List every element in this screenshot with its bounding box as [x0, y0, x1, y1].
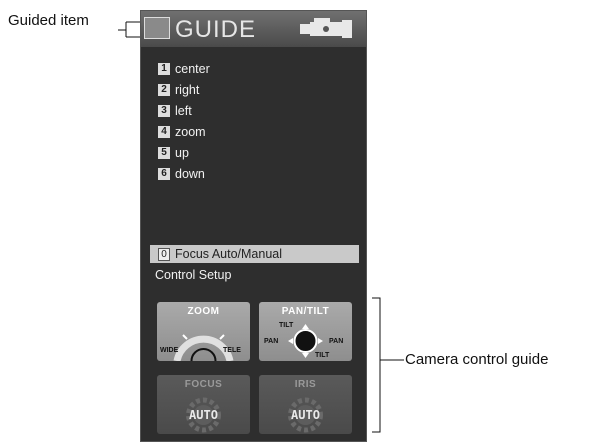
camera-control-guide-callout: Camera control guide — [405, 351, 549, 368]
guided-item-callout: Guided item — [8, 12, 89, 29]
focus-auto-manual-item[interactable]: 0 Focus Auto/Manual — [150, 245, 359, 263]
menu-number: 6 — [158, 167, 170, 180]
menu-label: Focus Auto/Manual — [175, 247, 283, 261]
iris-mode: AUTO — [291, 408, 320, 422]
focus-gear-icon — [186, 397, 221, 433]
menu-item-right[interactable]: 2 right — [158, 79, 210, 100]
menu-label: down — [175, 166, 205, 181]
menu-label: right — [175, 82, 200, 97]
iris-control[interactable]: IRIS AUTO — [259, 375, 352, 434]
menu-label: zoom — [175, 124, 206, 139]
menu-number: 5 — [158, 146, 170, 159]
zoom-control[interactable]: ZOOM WIDE TELE — [157, 302, 250, 361]
menu-number: 1 — [158, 62, 170, 75]
guide-menu: 1 center 2 right 3 left 4 zoom 5 up 6 do… — [158, 58, 210, 184]
menu-label: up — [175, 145, 189, 160]
menu-item-zoom[interactable]: 4 zoom — [158, 121, 210, 142]
focus-control[interactable]: FOCUS AUTO — [157, 375, 250, 434]
zoom-wide-label: WIDE — [160, 347, 179, 354]
guide-header: GUIDE — [141, 11, 366, 47]
menu-item-up[interactable]: 5 up — [158, 142, 210, 163]
guided-item-indicator[interactable] — [144, 17, 170, 39]
guide-panel: GUIDE 1 center 2 right 3 left 4 zoom 5 u… — [140, 10, 367, 442]
joystick-icon — [288, 324, 323, 358]
camera-icon — [300, 18, 352, 38]
zoom-dial-icon — [173, 334, 234, 361]
iris-gear-icon — [288, 397, 323, 433]
guide-title: GUIDE — [175, 16, 257, 43]
zoom-title: ZOOM — [187, 306, 220, 317]
menu-number: 2 — [158, 83, 170, 96]
pan-tilt-control[interactable]: PAN/TILT TILT PAN PAN TILT — [259, 302, 352, 361]
menu-number: 3 — [158, 104, 170, 117]
menu-label: left — [175, 103, 192, 118]
menu-item-down[interactable]: 6 down — [158, 163, 210, 184]
menu-number: 4 — [158, 125, 170, 138]
control-setup-label[interactable]: Control Setup — [155, 268, 231, 282]
camera-control-bracket — [372, 297, 404, 433]
menu-label: center — [175, 61, 210, 76]
focus-mode: AUTO — [189, 408, 218, 422]
menu-item-center[interactable]: 1 center — [158, 58, 210, 79]
zoom-tele-label: TELE — [223, 347, 241, 354]
menu-number: 0 — [158, 247, 170, 261]
menu-item-left[interactable]: 3 left — [158, 100, 210, 121]
